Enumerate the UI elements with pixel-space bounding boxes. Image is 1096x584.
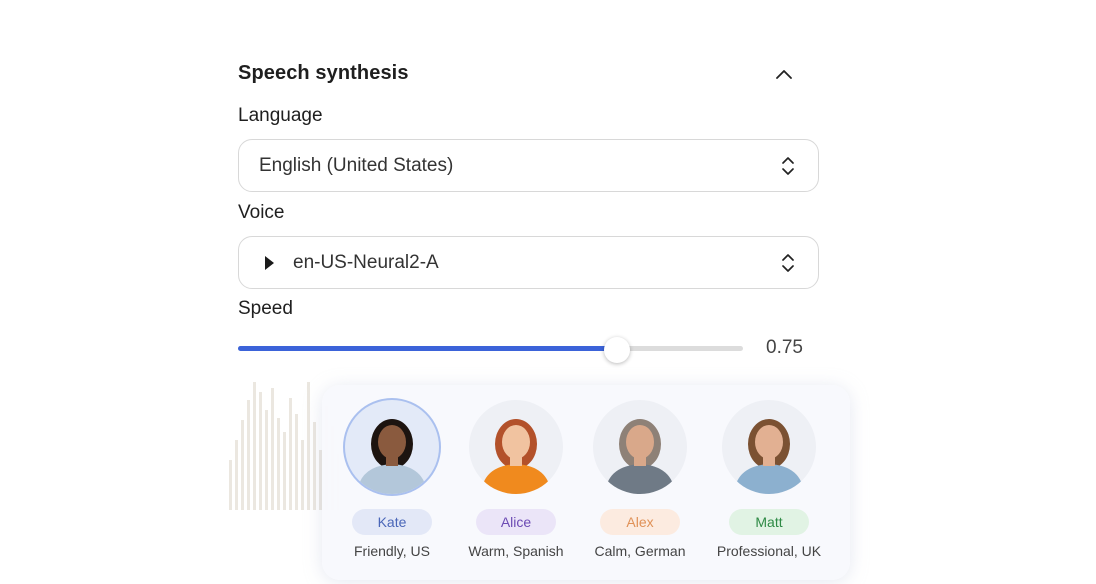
- avatar[interactable]: [593, 400, 687, 494]
- slider-fill: [238, 346, 617, 351]
- avatar[interactable]: [469, 400, 563, 494]
- waveform-bar: [253, 382, 256, 510]
- persona-matt[interactable]: Matt Professional, UK: [709, 400, 829, 559]
- slider-track[interactable]: [238, 337, 743, 363]
- persona-name-badge: Alice: [476, 509, 556, 535]
- speech-synthesis-panel: Speech synthesis Language English (Unite…: [238, 56, 820, 363]
- waveform-bar: [289, 398, 292, 510]
- section-title: Speech synthesis: [238, 62, 409, 84]
- waveform-bar: [313, 422, 316, 510]
- persona-kate[interactable]: Kate Friendly, US: [332, 400, 452, 559]
- waveform-bar: [283, 432, 286, 510]
- up-down-caret-icon: [782, 157, 794, 175]
- slider-thumb[interactable]: [603, 337, 630, 363]
- persona-alex[interactable]: Alex Calm, German: [580, 400, 700, 559]
- language-value: English (United States): [259, 154, 454, 176]
- waveform-bar: [295, 414, 298, 510]
- persona-name-badge: Alex: [600, 509, 680, 535]
- voice-persona-card: Kate Friendly, US Alice Warm, Spanish Alex Ca…: [322, 385, 850, 580]
- collapse-button[interactable]: [768, 60, 800, 88]
- waveform-bar: [235, 440, 238, 510]
- persona-description: Calm, German: [594, 543, 686, 559]
- waveform-bar: [247, 400, 250, 510]
- avatar[interactable]: [345, 400, 439, 494]
- persona-description: Friendly, US: [354, 543, 430, 559]
- speed-slider[interactable]: 0.75: [238, 336, 820, 363]
- speed-label: Speed: [238, 298, 293, 319]
- waveform-bar: [229, 460, 232, 510]
- waveform-bar: [277, 418, 280, 510]
- waveform-bar: [241, 420, 244, 510]
- persona-description: Warm, Spanish: [468, 543, 564, 559]
- waveform-bar: [301, 440, 304, 510]
- section-header: Speech synthesis: [238, 56, 820, 92]
- persona-alice[interactable]: Alice Warm, Spanish: [456, 400, 576, 559]
- persona-name-badge: Matt: [729, 509, 809, 535]
- waveform-bar: [259, 392, 262, 510]
- persona-description: Professional, UK: [716, 543, 822, 559]
- chevron-up-icon: [776, 70, 792, 79]
- voice-select[interactable]: en-US-Neural2-A: [238, 236, 819, 289]
- waveform-bar: [271, 388, 274, 510]
- language-select[interactable]: English (United States): [238, 139, 819, 192]
- voice-value: en-US-Neural2-A: [293, 251, 439, 273]
- avatar[interactable]: [722, 400, 816, 494]
- persona-name-badge: Kate: [352, 509, 432, 535]
- up-down-caret-icon: [782, 254, 794, 272]
- play-icon[interactable]: [263, 255, 277, 271]
- waveform-bar: [265, 410, 268, 510]
- voice-label: Voice: [238, 202, 285, 223]
- language-label: Language: [238, 105, 323, 126]
- waveform-bar: [307, 382, 310, 510]
- speed-value: 0.75: [766, 337, 803, 358]
